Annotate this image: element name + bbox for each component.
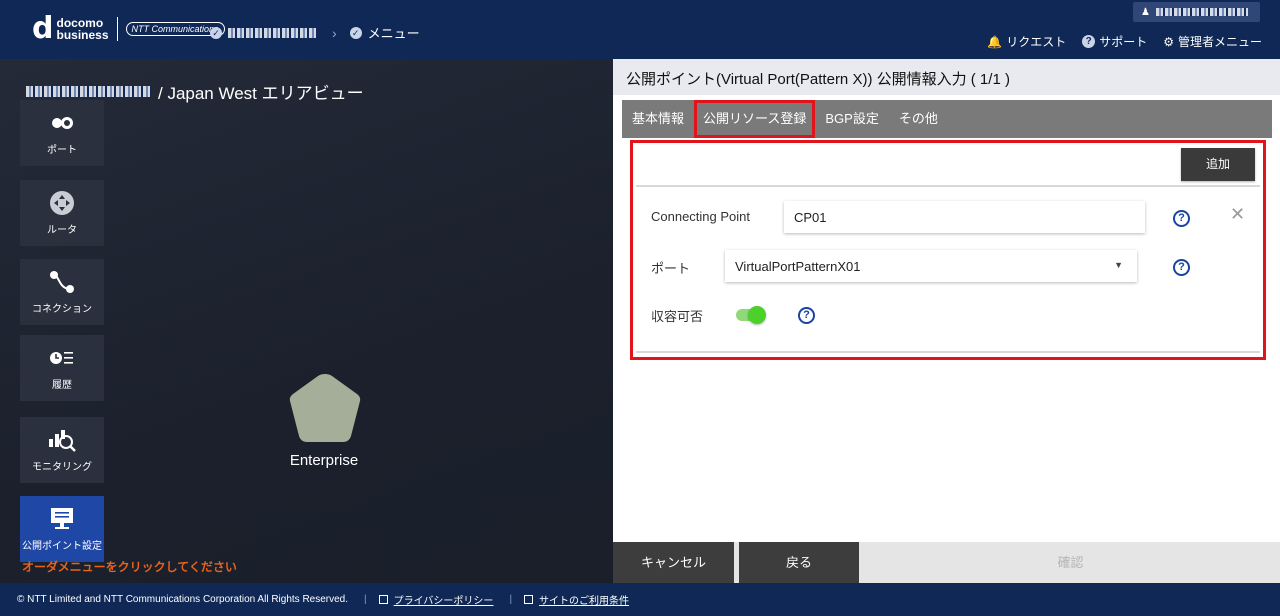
close-icon[interactable]: ✕: [1230, 204, 1245, 225]
header-menu: 🔔 リクエスト ? サポート ⚙ 管理者メニュー: [971, 33, 1262, 50]
port-select-value: VirtualPortPatternX01: [735, 258, 861, 274]
support-label: サポート: [1099, 35, 1148, 49]
support-link[interactable]: ? サポート: [1082, 33, 1147, 50]
port-icon: [49, 111, 75, 135]
privacy-policy-link[interactable]: プライバシーポリシー: [378, 592, 494, 607]
privacy-policy-label: プライバシーポリシー: [393, 596, 494, 607]
port-select[interactable]: VirtualPortPatternX01 ▼: [725, 250, 1137, 282]
check-icon: ✓: [349, 26, 362, 39]
sidebar-item-history[interactable]: 履歴: [20, 335, 104, 401]
sidebar-item-monitoring[interactable]: モニタリング: [20, 417, 104, 483]
cancel-button[interactable]: キャンセル: [613, 542, 734, 583]
capacity-label-text: 収容可否: [651, 309, 704, 324]
sidebar-item-label: ルータ: [47, 224, 77, 236]
breadcrumb-menu[interactable]: メニュー: [368, 23, 420, 42]
order-menu-hint: オーダメニューをクリックしてください: [22, 560, 237, 574]
panel-title: 公開ポイント(Virtual Port(Pattern X)) 公開情報入力 (…: [613, 59, 1280, 95]
check-icon: ✓: [210, 26, 222, 39]
request-link[interactable]: 🔔 リクエスト: [987, 33, 1066, 50]
logo-wordmark: docomo business: [56, 17, 108, 41]
help-icon[interactable]: ?: [798, 307, 815, 324]
tab-bgp-settings[interactable]: BGP設定: [815, 100, 888, 138]
logo-divider: [116, 17, 118, 41]
public-resource-form: 追加 Connecting Point CP01 ? ✕ ポート Virtual…: [630, 140, 1266, 360]
tab-basic-info[interactable]: 基本情報: [622, 100, 694, 138]
sidebar-item-label: ポート: [47, 144, 77, 156]
logo-bottom-text: business: [56, 28, 109, 42]
sidebar-item-router[interactable]: ルータ: [20, 180, 104, 246]
panel-tabs: 基本情報 公開リソース登録 BGP設定 その他: [622, 100, 1272, 138]
enterprise-node-label: Enterprise: [289, 452, 359, 469]
help-icon[interactable]: ?: [1173, 210, 1190, 227]
external-link-icon: [524, 595, 534, 604]
terms-link[interactable]: サイトのご利用条件: [524, 592, 629, 607]
monitoring-icon: [47, 428, 77, 452]
admin-menu-link[interactable]: ⚙ 管理者メニュー: [1163, 33, 1262, 50]
router-icon: [49, 190, 75, 215]
tab-other[interactable]: その他: [889, 100, 948, 138]
public-info-panel: 公開ポイント(Virtual Port(Pattern X)) 公開情報入力 (…: [613, 59, 1280, 583]
user-icon: ♟: [1141, 6, 1150, 18]
connecting-point-label-text: Connecting Point: [651, 209, 751, 224]
back-button[interactable]: 戻る: [739, 542, 859, 583]
user-name-redacted: [1155, 8, 1248, 16]
port-label: ポート: [651, 258, 690, 277]
sidebar-item-label: コネクション: [32, 303, 92, 315]
chevron-right-icon: ›: [332, 24, 337, 41]
app-header: d docomo business NTT Communications ✓ ›…: [0, 0, 1280, 59]
connecting-point-input[interactable]: CP01: [784, 201, 1145, 233]
port-label-text: ポート: [651, 261, 691, 276]
admin-menu-label: 管理者メニュー: [1177, 35, 1262, 49]
help-icon[interactable]: ?: [1173, 259, 1190, 276]
terms-label: サイトのご利用条件: [539, 596, 630, 607]
help-circle-icon: ?: [1082, 35, 1096, 48]
docomo-d-mark: d: [32, 11, 54, 46]
connecting-point-value: CP01: [794, 209, 827, 225]
public-point-icon: [49, 507, 75, 531]
capacity-toggle[interactable]: [736, 306, 766, 324]
sidebar-item-label: 履歴: [52, 379, 72, 391]
sidebar-item-label: モニタリング: [32, 461, 92, 473]
connecting-point-label: Connecting Point: [651, 209, 750, 224]
tenant-name-redacted: [26, 86, 152, 97]
tab-public-resource[interactable]: 公開リソース登録: [694, 100, 816, 138]
gear-icon: ⚙: [1163, 34, 1174, 49]
area-view-title-text: / Japan West エリアビュー: [158, 84, 364, 103]
dropdown-arrow-icon: ▼: [1114, 260, 1123, 270]
enterprise-node[interactable]: [285, 370, 365, 450]
area-view-canvas[interactable]: / Japan West エリアビュー ポート ルータ コネクション 履歴 モニ…: [0, 59, 613, 583]
sidebar-item-connection[interactable]: コネクション: [20, 259, 104, 325]
sidebar-item-public-point[interactable]: 公開ポイント設定: [20, 496, 104, 562]
confirm-button[interactable]: 確認: [861, 542, 1280, 583]
footer-divider: |: [364, 594, 367, 605]
tenant-name-redacted[interactable]: [228, 27, 316, 38]
sidebar-item-label: 公開ポイント設定: [22, 540, 102, 552]
app-footer: © NTT Limited and NTT Communications Cor…: [0, 583, 1280, 616]
request-label: リクエスト: [1006, 35, 1067, 49]
sidebar-item-port[interactable]: ポート: [20, 100, 104, 166]
action-bar: キャンセル 戻る 確認: [613, 542, 1280, 583]
history-icon: [49, 346, 75, 370]
form-divider: [636, 351, 1260, 353]
toggle-knob: [748, 306, 766, 324]
copyright-text: © NTT Limited and NTT Communications Cor…: [17, 594, 349, 605]
capacity-label: 収容可否: [651, 306, 703, 325]
user-account-chip[interactable]: ♟: [1133, 2, 1260, 22]
add-toolbar: 追加: [636, 146, 1260, 187]
connection-icon: [49, 270, 75, 294]
breadcrumb: ✓ › ✓ メニュー: [210, 23, 420, 42]
bell-icon: 🔔: [987, 34, 1003, 49]
add-button[interactable]: 追加: [1181, 148, 1255, 181]
docomo-business-logo[interactable]: d docomo business NTT Communications: [32, 14, 225, 44]
footer-divider: |: [509, 594, 513, 605]
external-link-icon: [378, 595, 388, 604]
